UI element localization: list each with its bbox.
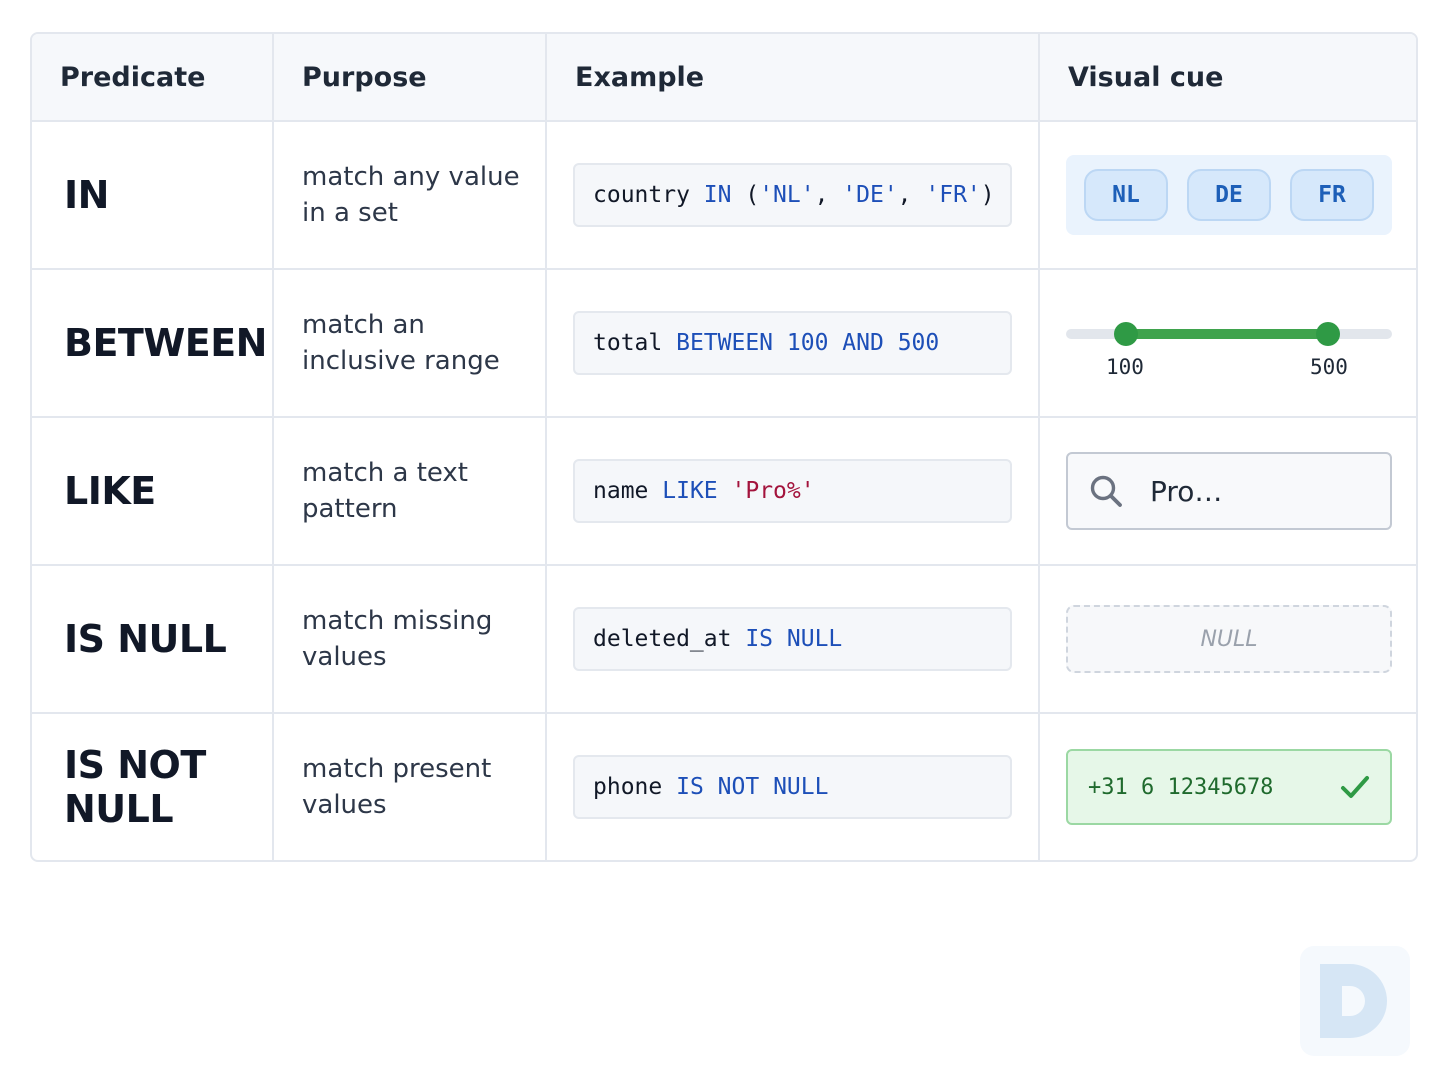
code-string: 'NL' [759,182,815,208]
code-token: name [593,478,663,504]
example-cell: name LIKE 'Pro%' [545,418,1038,564]
table-row: IN match any value in a set country IN (… [32,120,1416,268]
value-chip[interactable]: NL [1084,169,1168,221]
code-token: phone [593,774,677,800]
present-value-text: +31 6 12345678 [1088,774,1274,800]
code-number: 500 [897,330,940,356]
search-input[interactable]: Pro… [1066,452,1392,530]
brand-logo-icon [1300,946,1410,1056]
table-row: BETWEEN match an inclusive range total B… [32,268,1416,416]
code-token: country [593,182,704,208]
table-row: IS NOT NULL match present values phone I… [32,712,1416,860]
code-example: name LIKE 'Pro%' [573,459,1012,523]
code-keyword: IS [676,774,704,800]
code-token: ( [731,182,760,208]
code-example: deleted_at IS NULL [573,607,1012,671]
visual-cell: NULL [1038,566,1416,712]
code-keyword: LIKE [662,478,718,504]
table-row: IS NULL match missing values deleted_at … [32,564,1416,712]
code-string: 'DE' [842,182,898,208]
predicate-purpose: match present values [272,714,545,860]
predicate-name: IS NULL [64,617,227,661]
table-row: LIKE match a text pattern name LIKE 'Pro… [32,416,1416,564]
header-purpose: Purpose [272,34,545,120]
code-keyword: IS [745,626,774,652]
code-token: ) [980,182,995,208]
code-example: country IN ('NL', 'DE', 'FR') [573,163,1012,227]
code-string: 'Pro%' [731,478,815,504]
slider-max-handle[interactable] [1316,322,1340,346]
predicate-purpose: match missing values [272,566,545,712]
visual-cell: NL DE FR [1038,122,1416,268]
search-icon [1090,475,1122,507]
header-predicate: Predicate [60,61,206,93]
slider-min-handle[interactable] [1114,322,1138,346]
value-chip[interactable]: FR [1290,169,1374,221]
visual-cell: Pro… [1038,418,1416,564]
predicate-purpose: match a text pattern [272,418,545,564]
header-example: Example [545,34,1038,120]
value-chip-group: NL DE FR [1066,155,1392,235]
code-token: , [814,182,843,208]
predicate-name: BETWEEN [64,321,267,365]
slider-min-label: 100 [1106,355,1144,379]
code-example: total BETWEEN 100 AND 500 [573,311,1012,375]
slider-max-label: 500 [1310,355,1348,379]
code-token: deleted_at [593,626,746,652]
checkmark-icon [1341,776,1369,798]
predicate-name: IS NOT NULL [64,743,206,831]
header-visual-cue: Visual cue [1038,34,1416,120]
code-token: , [897,182,926,208]
slider-range-fill [1126,329,1328,339]
code-example: phone IS NOT NULL [573,755,1012,819]
range-slider[interactable]: 100 500 [1066,303,1392,383]
code-keyword: NOT [717,774,760,800]
code-keyword: IN [703,182,732,208]
visual-cell: +31 6 12345678 [1038,714,1416,860]
code-keyword: AND [842,330,884,356]
null-value-field: NULL [1066,605,1392,673]
example-cell: total BETWEEN 100 AND 500 [545,270,1038,416]
predicate-purpose: match an inclusive range [272,270,545,416]
visual-cell: 100 500 [1038,270,1416,416]
code-number: 100 [786,330,829,356]
code-token: total [593,330,677,356]
example-cell: country IN ('NL', 'DE', 'FR') [545,122,1038,268]
value-chip[interactable]: DE [1187,169,1271,221]
code-keyword: BETWEEN [676,330,774,356]
present-value-field: +31 6 12345678 [1066,749,1392,825]
search-input-value: Pro… [1150,474,1223,508]
table-header: Predicate Purpose Example Visual cue [32,34,1416,120]
code-keyword: NULL [773,774,829,800]
code-string: 'FR' [925,182,981,208]
predicate-purpose: match any value in a set [272,122,545,268]
code-keyword: NULL [786,626,843,652]
predicate-table: Predicate Purpose Example Visual cue IN … [30,32,1418,862]
example-cell: phone IS NOT NULL [545,714,1038,860]
example-cell: deleted_at IS NULL [545,566,1038,712]
predicate-name: IN [64,173,109,217]
predicate-name: LIKE [64,469,156,513]
